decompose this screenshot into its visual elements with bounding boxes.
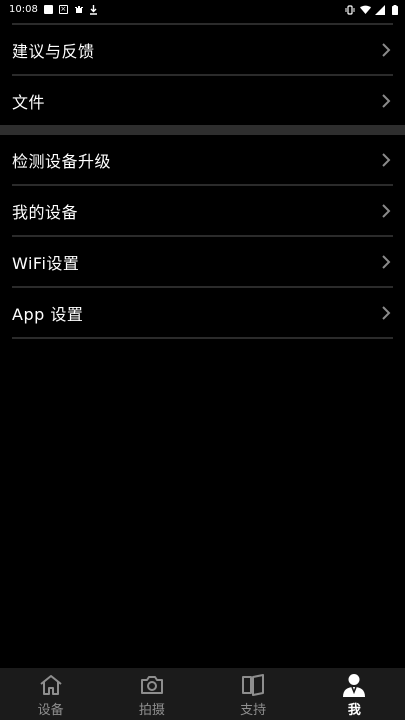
x-icon: × [58, 4, 68, 14]
bug-icon [74, 5, 83, 14]
chevron-right-icon [379, 92, 393, 110]
menu-group-device: 检测设备升级 我的设备 WiFi设置 App 设置 [0, 135, 405, 339]
menu-item-label: 我的设备 [12, 202, 79, 222]
camera-icon [139, 672, 165, 698]
tab-devices[interactable]: 设备 [0, 668, 101, 720]
chevron-right-icon [379, 304, 393, 322]
chevron-right-icon [379, 253, 393, 271]
wifi-icon [360, 5, 371, 14]
tab-capture[interactable]: 拍摄 [101, 668, 202, 720]
book-icon [240, 672, 266, 698]
status-bar: 10:08 × [0, 0, 405, 18]
signal-icon [375, 4, 385, 15]
chevron-right-icon [379, 151, 393, 169]
bottom-tab-bar: 设备 拍摄 支持 我 [0, 668, 405, 720]
menu-item-label: WiFi设置 [12, 253, 80, 273]
vibrate-icon [345, 4, 355, 15]
tab-label: 我 [347, 703, 361, 718]
menu-group-support: 建议与反馈 文件 [0, 25, 405, 125]
menu-item-label: 检测设备升级 [12, 151, 112, 171]
status-right [345, 4, 399, 15]
menu-item-wifi-settings[interactable]: WiFi设置 [12, 237, 393, 288]
menu-item-label: App 设置 [12, 304, 84, 324]
status-left: 10:08 × [9, 4, 98, 15]
battery-icon [390, 4, 399, 15]
menu-item-feedback[interactable]: 建议与反馈 [12, 25, 393, 76]
home-icon [38, 672, 64, 698]
tab-me[interactable]: 我 [304, 668, 405, 720]
menu-item-check-upgrade[interactable]: 检测设备升级 [12, 135, 393, 186]
download-icon [89, 4, 98, 15]
tab-label: 拍摄 [138, 703, 165, 718]
person-icon [341, 672, 367, 698]
tab-support[interactable]: 支持 [203, 668, 304, 720]
chevron-right-icon [379, 202, 393, 220]
chevron-right-icon [379, 41, 393, 59]
menu-item-files[interactable]: 文件 [12, 76, 393, 125]
status-time: 10:08 [9, 3, 38, 15]
gallery-icon [43, 4, 53, 14]
group-separator [0, 125, 405, 135]
menu-item-label: 文件 [12, 92, 46, 112]
menu-item-label: 建议与反馈 [12, 41, 95, 61]
menu-item-app-settings[interactable]: App 设置 [12, 288, 393, 339]
tab-label: 支持 [240, 703, 267, 718]
menu-item-my-devices[interactable]: 我的设备 [12, 186, 393, 237]
tab-label: 设备 [37, 703, 64, 718]
